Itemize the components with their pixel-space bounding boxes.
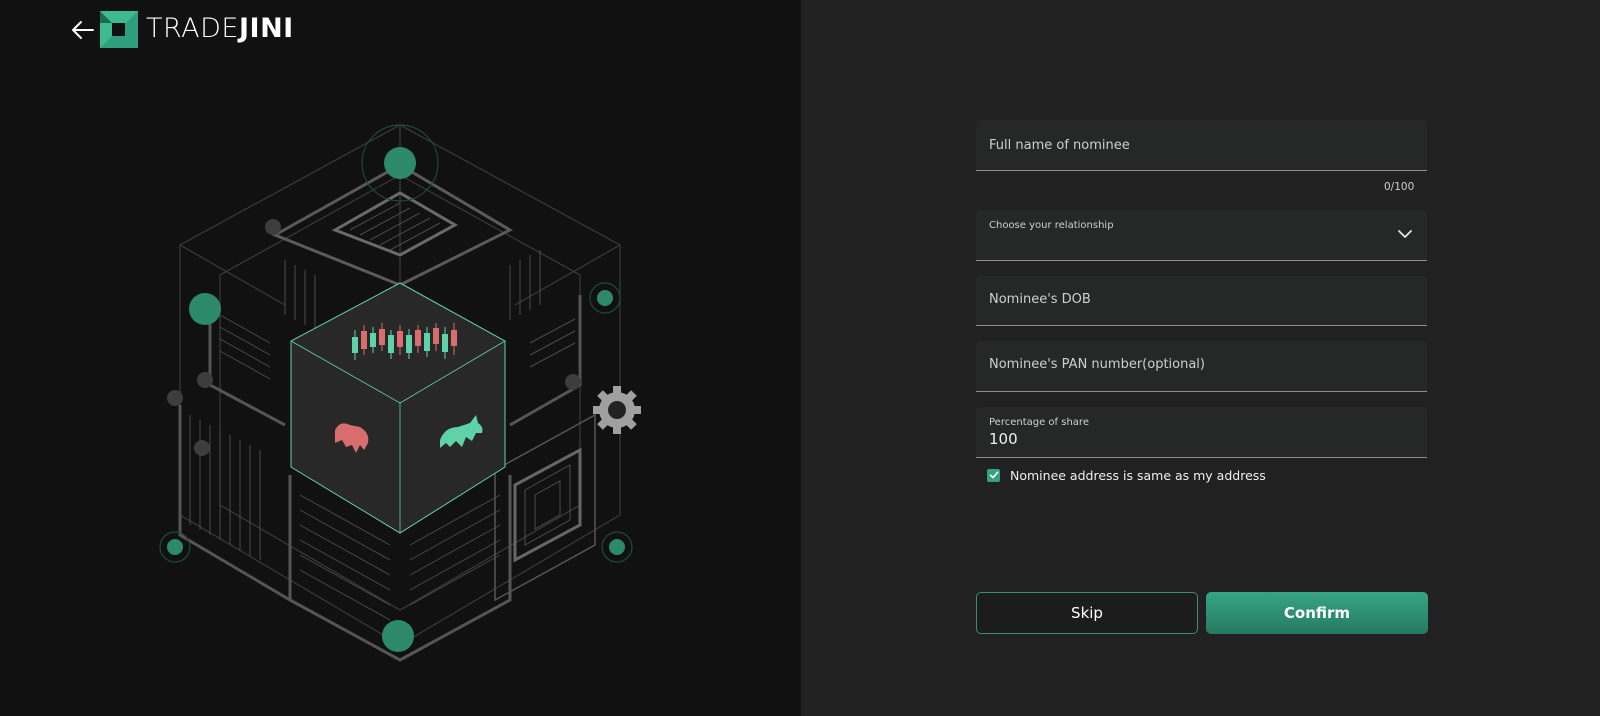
brand-name: TRADEJINI [146, 13, 294, 45]
same-address-label: Nominee address is same as my address [1010, 467, 1266, 483]
dob-placeholder: Nominee's DOB [989, 292, 1091, 307]
pan-placeholder: Nominee's PAN number(optional) [989, 357, 1205, 372]
full-name-input[interactable]: Full name of nominee [976, 120, 1427, 171]
relationship-label: Choose your relationship [989, 220, 1114, 231]
trading-cube-illustration [159, 124, 641, 662]
pan-input[interactable]: Nominee's PAN number(optional) [976, 341, 1427, 392]
chevron-down-icon[interactable] [1397, 228, 1413, 240]
same-address-option[interactable]: Nominee address is same as my address [987, 467, 1266, 483]
same-address-checkbox[interactable] [987, 468, 1000, 482]
character-counter: 0/100 [1384, 181, 1415, 193]
skip-button[interactable]: Skip [976, 592, 1198, 634]
confirm-button[interactable]: Confirm [1206, 592, 1428, 634]
share-percentage-value: 100 [989, 430, 1018, 448]
checkmark-icon [989, 471, 998, 479]
relationship-select[interactable]: Choose your relationship [976, 210, 1427, 261]
share-percentage-label: Percentage of share [989, 417, 1089, 428]
full-name-placeholder: Full name of nominee [989, 138, 1130, 153]
nominee-form-panel: Full name of nominee 0/100 Choose your r… [801, 0, 1600, 716]
brand-name-light: TRADE [146, 13, 239, 44]
dob-input[interactable]: Nominee's DOB [976, 276, 1427, 326]
share-percentage-input[interactable]: Percentage of share 100 [976, 407, 1427, 458]
hero-panel: TRADEJINI [0, 0, 801, 716]
tradejini-logo-icon [100, 11, 138, 48]
brand-name-bold: JINI [238, 13, 294, 44]
back-arrow-icon[interactable] [70, 17, 96, 43]
